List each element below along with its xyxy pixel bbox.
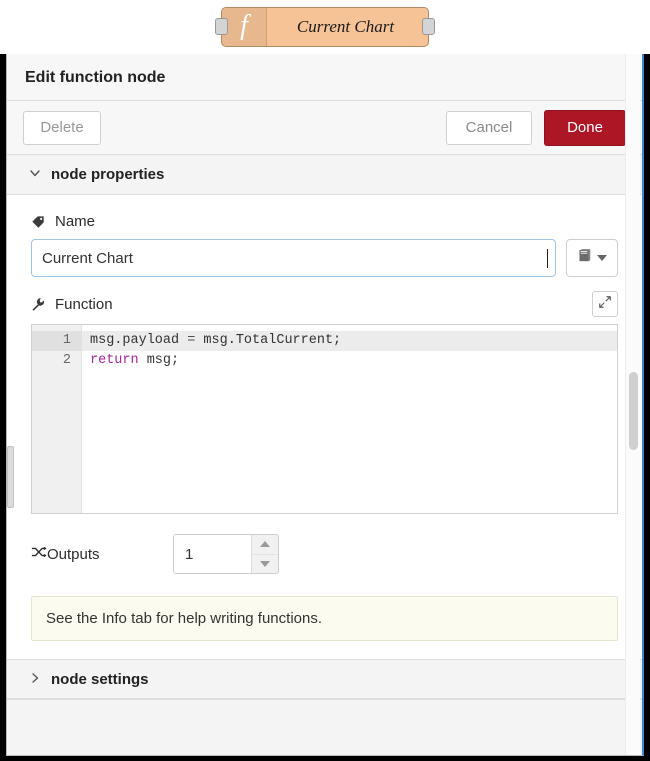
dialog-footer-area (7, 699, 642, 755)
expand-icon (598, 295, 612, 314)
edit-node-dialog: Edit function node Delete Cancel Done no… (6, 54, 644, 756)
dialog-scrollbar[interactable] (625, 54, 640, 755)
section-node-properties[interactable]: node properties (7, 155, 642, 195)
chevron-down-icon (29, 167, 47, 182)
function-field-label: Function (31, 296, 113, 313)
book-icon (577, 248, 593, 269)
outputs-field-label: Outputs (31, 545, 173, 563)
delete-button[interactable]: Delete (23, 110, 101, 145)
expand-editor-button[interactable] (592, 291, 618, 317)
function-label-text: Function (55, 295, 113, 313)
name-field-row: Name (31, 213, 618, 277)
node-input-port[interactable] (215, 18, 228, 35)
code-line: msg.payload = msg.TotalCurrent; (82, 331, 617, 351)
name-input-row (31, 239, 618, 277)
panel-resize-handle[interactable] (7, 446, 14, 508)
done-button[interactable]: Done (544, 109, 626, 146)
section-node-settings[interactable]: node settings (7, 659, 642, 699)
outputs-field-row: Outputs (31, 534, 618, 574)
node-output-port[interactable] (422, 18, 435, 35)
tag-icon (31, 215, 49, 229)
name-field-label: Name (31, 213, 618, 230)
code-line: return msg; (90, 353, 180, 368)
info-tip: See the Info tab for help writing functi… (31, 596, 618, 641)
code-text-area[interactable]: msg.payload = msg.TotalCurrent; return m… (82, 325, 617, 513)
gutter-line-number: 1 (32, 331, 81, 351)
outputs-input[interactable] (174, 535, 251, 573)
code-gutter: 1 2 (32, 325, 82, 513)
flow-node-label: Current Chart (296, 17, 395, 36)
flow-node-function[interactable]: f Current Chart (215, 7, 435, 47)
function-f-glyph: f (240, 9, 248, 41)
scrollbar-thumb[interactable] (629, 372, 638, 450)
wrench-icon (31, 297, 49, 312)
name-input[interactable] (31, 239, 556, 277)
chevron-right-icon (29, 672, 47, 687)
function-field-row: Function 1 2 msg.payload = msg.TotalCurr… (31, 291, 618, 514)
dialog-title: Edit function node (7, 54, 642, 101)
stepper-buttons (251, 535, 278, 573)
name-label-text: Name (55, 213, 96, 230)
stepper-increment-button[interactable] (252, 535, 278, 555)
flow-canvas: f Current Chart (0, 0, 650, 54)
form-bottom-spacer (31, 641, 618, 659)
shuffle-icon (31, 545, 47, 563)
section-node-settings-label: node settings (51, 670, 149, 688)
function-code-editor[interactable]: 1 2 msg.payload = msg.TotalCurrent; retu… (31, 324, 618, 514)
stepper-decrement-button[interactable] (252, 555, 278, 574)
outputs-stepper[interactable] (173, 534, 279, 574)
function-label-row: Function (31, 291, 618, 317)
gutter-line-number: 2 (62, 353, 71, 368)
name-picker-button[interactable] (566, 239, 618, 277)
outputs-label-text: Outputs (47, 545, 100, 563)
triangle-down-icon (260, 560, 270, 567)
cancel-button[interactable]: Cancel (446, 110, 532, 145)
dialog-toolbar: Delete Cancel Done (7, 101, 642, 155)
node-properties-form: Name Current Chart Function 1 2 msg.payl… (7, 195, 642, 659)
section-node-properties-label: node properties (51, 166, 165, 183)
chevron-down-icon (597, 255, 607, 261)
function-f-icon: f (222, 8, 267, 46)
triangle-up-icon (260, 541, 270, 548)
text-cursor (547, 248, 548, 268)
